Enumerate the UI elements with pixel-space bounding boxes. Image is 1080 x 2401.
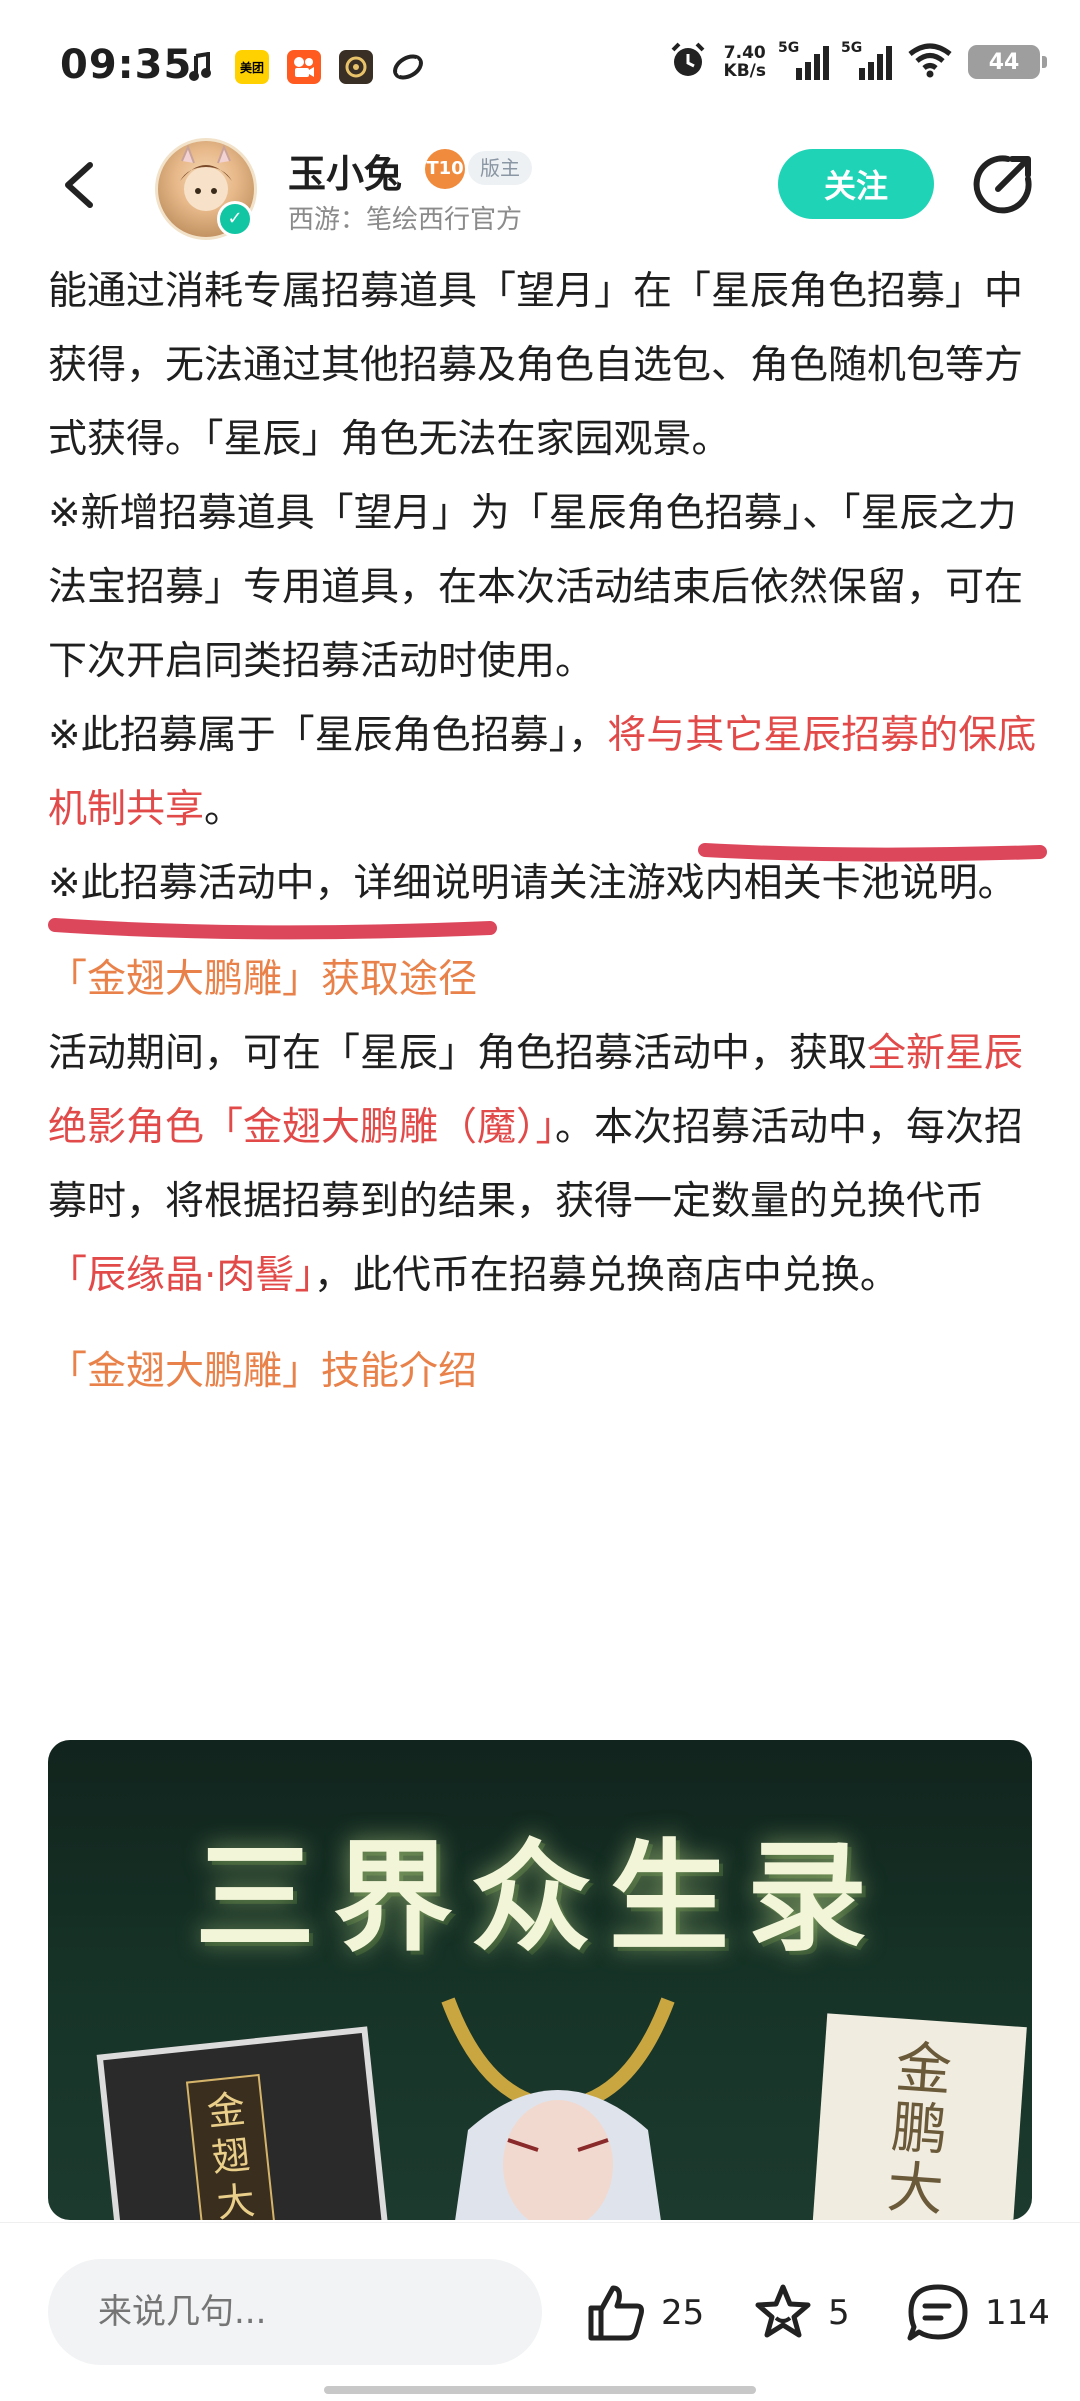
comment-button[interactable]: 114 (905, 2278, 1050, 2348)
banner-title: 三界众生录 (195, 1827, 885, 1968)
home-indicator[interactable] (324, 2386, 756, 2394)
bottom-action-bar: 25 5 114 (0, 2222, 1080, 2401)
favorite-count: 5 (828, 2293, 850, 2333)
character-illustration (408, 1990, 708, 2220)
like-count: 25 (661, 2293, 705, 2333)
favorite-button[interactable]: 5 (752, 2278, 850, 2348)
comment-icon (907, 2284, 968, 2341)
banner-card-right-label: 金鹏大鵬 (881, 2035, 954, 2220)
banner-card-left-label: 金翅大鹏 (185, 2073, 281, 2220)
banner-card-left: 金翅大鹏 (96, 2026, 392, 2220)
comment-input[interactable] (48, 2259, 542, 2365)
thumbs-up-icon (588, 2285, 644, 2341)
comment-count: 114 (985, 2293, 1050, 2333)
star-icon (755, 2284, 811, 2338)
skill-banner-image[interactable]: 三界众生录 金翅大鹏 金鹏大鵬 (48, 1740, 1032, 2220)
banner-card-right: 金鹏大鵬 (809, 2013, 1027, 2220)
like-button[interactable]: 25 (585, 2278, 704, 2348)
